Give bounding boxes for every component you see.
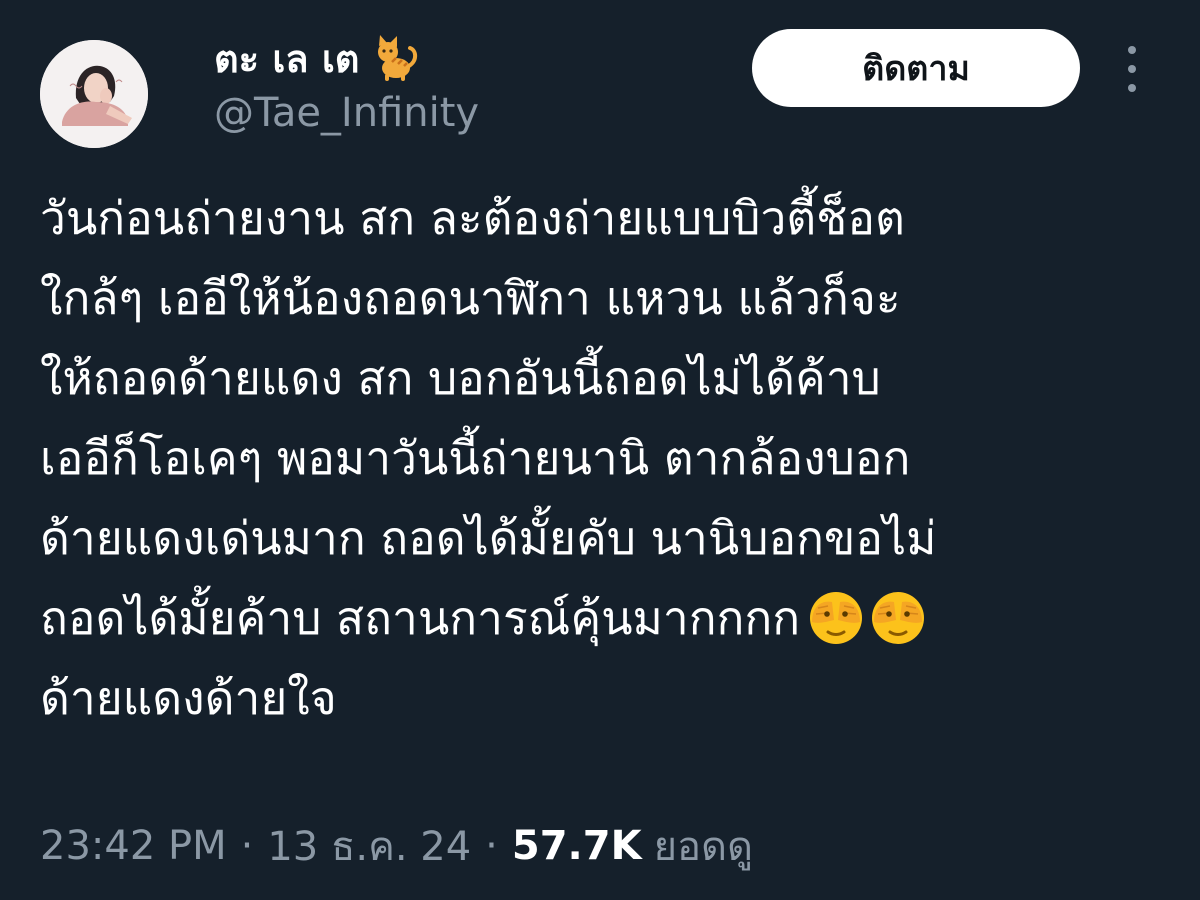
face-with-hands-over-eyes-icon <box>868 588 928 648</box>
tweet-line: ด้ายแดงด้ายใจ <box>40 658 1160 738</box>
tweet-line: ด้ายแดงเด่นมาก ถอดได้มั้ยคับ นานิบอกขอไม… <box>40 498 1160 578</box>
tweet-line-text: เออีก็โอเคๆ พอมาวันนี้ถ่ายนานิ ตากล้องบอ… <box>40 431 911 485</box>
tweet-line: วันก่อนถ่ายงาน สก ละต้องถ่ายแบบบิวตี้ช็อ… <box>40 178 1160 258</box>
tweet-line-text: ด้ายแดงเด่นมาก ถอดได้มั้ยคับ นานิบอกขอไม… <box>40 511 937 565</box>
tweet-line: เออีก็โอเคๆ พอมาวันนี้ถ่ายนานิ ตากล้องบอ… <box>40 418 1160 498</box>
author-handle[interactable]: @Tae_Infinity <box>214 90 479 136</box>
tweet-line: ถอดได้มั้ยค้าบ สถานการณ์คุ้นมากกกก <box>40 578 1160 658</box>
more-dot <box>1128 65 1136 73</box>
meta-separator: · <box>240 823 254 869</box>
avatar[interactable] <box>40 40 148 148</box>
tweet-text: วันก่อนถ่ายงาน สก ละต้องถ่ายแบบบิวตี้ช็อ… <box>40 178 1160 738</box>
follow-button[interactable]: ติดตาม <box>752 29 1080 107</box>
more-dot <box>1128 84 1136 92</box>
more-dot <box>1128 46 1136 54</box>
author-display-name[interactable]: ตะ เล เต <box>214 30 422 86</box>
more-vertical-icon[interactable] <box>1116 46 1148 92</box>
emoji-pair <box>806 588 928 648</box>
tweet-line-text: ใกล้ๆ เออีให้น้องถอดนาฬิกา แหวน แล้วก็จะ <box>40 271 901 325</box>
tweet-card: ตะ เล เต @Tae_Infinity ติดตาม วันก่อนถ่า… <box>0 0 1200 900</box>
tweet-line-text: ด้ายแดงด้ายใจ <box>40 671 337 725</box>
tweet-meta: 23:42 PM · 13 ธ.ค. 24 · 57.7K ยอดดู <box>40 818 753 874</box>
tweet-line: ให้ถอดด้ายแดง สก บอกอันนี้ถอดไม่ได้ค้าบ <box>40 338 1160 418</box>
tweet-time[interactable]: 23:42 PM <box>40 823 227 869</box>
meta-separator: · <box>485 823 498 869</box>
tweet-date[interactable]: 13 ธ.ค. 24 <box>267 814 471 878</box>
tweet-line-text: วันก่อนถ่ายงาน สก ละต้องถ่ายแบบบิวตี้ช็อ… <box>40 191 905 245</box>
views-label: ยอดดู <box>653 824 753 870</box>
tweet-line-text: ถอดได้มั้ยค้าบ สถานการณ์คุ้นมากกกก <box>40 591 801 645</box>
display-name-text: ตะ เล เต <box>214 36 360 81</box>
cat-icon <box>370 32 422 84</box>
views-count[interactable]: 57.7K <box>512 823 642 869</box>
face-with-hands-over-eyes-icon <box>806 588 866 648</box>
tweet-line: ใกล้ๆ เออีให้น้องถอดนาฬิกา แหวน แล้วก็จะ <box>40 258 1160 338</box>
tweet-line-text: ให้ถอดด้ายแดง สก บอกอันนี้ถอดไม่ได้ค้าบ <box>40 351 881 405</box>
